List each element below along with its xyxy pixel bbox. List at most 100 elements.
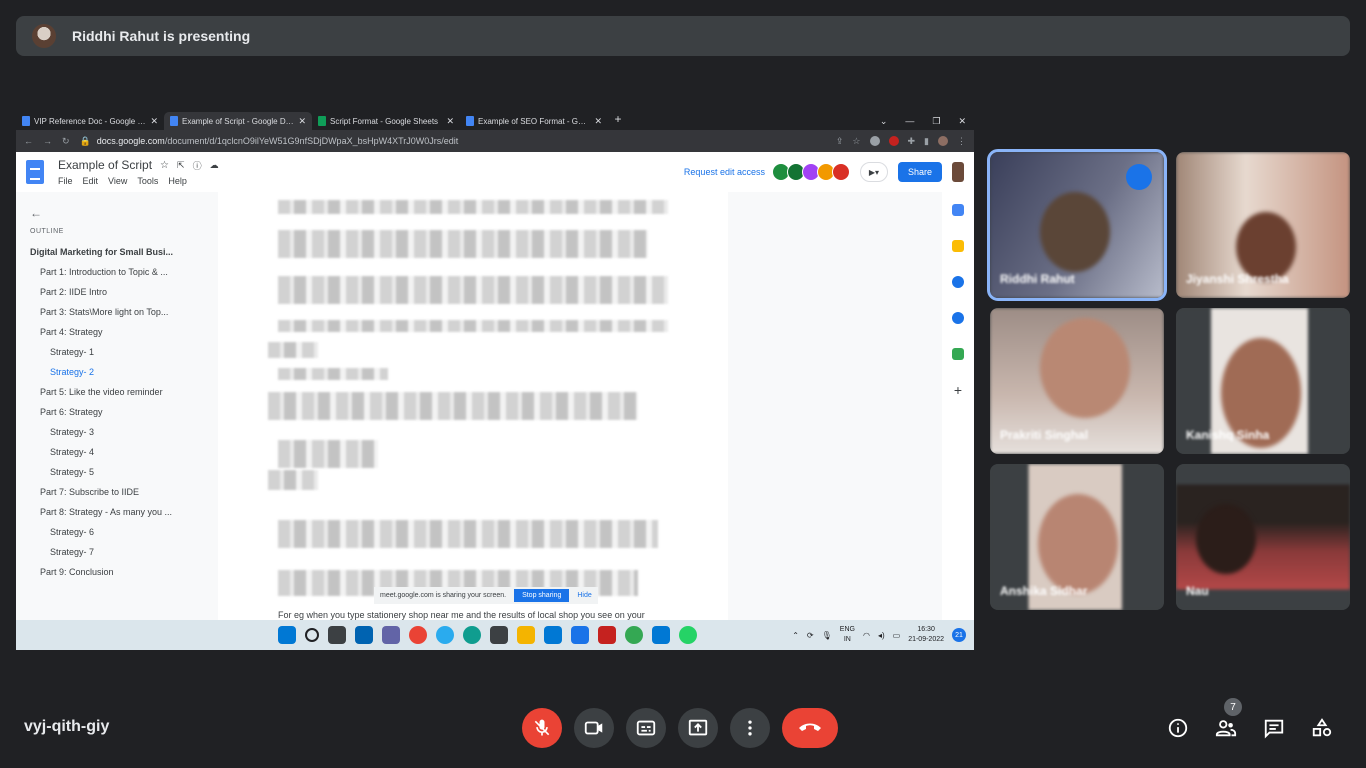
participant-tile[interactable]: Kanishq Sinha: [1176, 308, 1350, 454]
search-icon[interactable]: [305, 628, 319, 642]
outline-item[interactable]: Strategy- 2: [30, 367, 186, 387]
mcafee-icon[interactable]: [598, 626, 616, 644]
outline-item[interactable]: Part 8: Strategy - As many you ...: [30, 507, 186, 527]
tasks-icon[interactable]: [952, 276, 964, 288]
move-icon[interactable]: ⇱: [177, 160, 185, 171]
outline-item[interactable]: Part 1: Introduction to Topic & ...: [30, 267, 186, 287]
info-icon[interactable]: ⓘ: [193, 159, 202, 172]
activities-button[interactable]: [1310, 712, 1334, 744]
folder-icon[interactable]: [517, 626, 535, 644]
sidepanel-icon[interactable]: ▮: [924, 136, 929, 147]
profile-avatar[interactable]: [938, 136, 948, 146]
hide-button[interactable]: Hide: [577, 592, 591, 599]
outline-item[interactable]: Digital Marketing for Small Busi...: [30, 247, 186, 267]
star-icon[interactable]: ☆: [852, 136, 860, 147]
docs-logo-icon[interactable]: [26, 160, 44, 184]
cloud-icon[interactable]: ☁: [210, 160, 219, 171]
share-icon[interactable]: ⇪: [836, 136, 844, 147]
maximize-icon[interactable]: ❐: [932, 116, 940, 127]
participant-tile[interactable]: Anshika Sidhar: [990, 464, 1164, 610]
meeting-details-button[interactable]: [1166, 712, 1190, 744]
microphone-toggle-button[interactable]: [522, 708, 562, 748]
leave-call-button[interactable]: [782, 708, 838, 748]
menu-view[interactable]: View: [108, 176, 127, 186]
store-icon[interactable]: [490, 626, 508, 644]
url-field[interactable]: 🔒 docs.google.com/document/d/1qclcnO9ilY…: [80, 136, 826, 147]
menu-file[interactable]: File: [58, 176, 73, 186]
close-icon[interactable]: ✕: [298, 116, 306, 127]
outline-item[interactable]: Strategy- 5: [30, 467, 186, 487]
calendar-icon[interactable]: [952, 204, 964, 216]
back-arrow-icon[interactable]: ←: [30, 206, 216, 220]
whatsapp-icon[interactable]: [679, 626, 697, 644]
edge-icon[interactable]: [463, 626, 481, 644]
browser-tab[interactable]: Example of SEO Format - Google ✕: [460, 112, 608, 130]
browser-tab-active[interactable]: Example of Script - Google Docs ✕: [164, 112, 312, 130]
close-icon[interactable]: ✕: [594, 116, 602, 127]
outline-item[interactable]: Part 6: Strategy: [30, 407, 186, 427]
participant-tile[interactable]: Prakriti Singhal: [990, 308, 1164, 454]
chrome-icon[interactable]: [625, 626, 643, 644]
doc-title[interactable]: Example of Script: [58, 158, 152, 172]
sync-icon[interactable]: ⟳: [807, 631, 814, 640]
microphone-icon[interactable]: 🎙: [822, 631, 832, 640]
chat-button[interactable]: [1262, 712, 1286, 744]
more-vert-icon[interactable]: ⋮: [957, 136, 966, 147]
browser-tab[interactable]: Script Format - Google Sheets ✕: [312, 112, 460, 130]
chevron-up-icon[interactable]: ⌃: [792, 631, 799, 640]
language-indicator[interactable]: ENG IN: [840, 625, 855, 645]
participant-tile[interactable]: Jiyanshi Shrestha: [1176, 152, 1350, 298]
task-view-icon[interactable]: [328, 626, 346, 644]
volume-icon[interactable]: ◂): [878, 631, 885, 640]
camera-toggle-button[interactable]: [574, 708, 614, 748]
maps-icon[interactable]: [952, 348, 964, 360]
account-avatar[interactable]: [952, 162, 964, 182]
menu-edit[interactable]: Edit: [83, 176, 99, 186]
widgets-icon[interactable]: [355, 626, 373, 644]
close-window-icon[interactable]: ✕: [958, 116, 966, 127]
chrome-icon[interactable]: [409, 626, 427, 644]
minimize-icon[interactable]: —: [905, 116, 914, 126]
close-icon[interactable]: ✕: [446, 116, 454, 127]
participant-tile[interactable]: Nau: [1176, 464, 1350, 610]
star-icon[interactable]: ☆: [160, 160, 169, 171]
outline-item[interactable]: Part 4: Strategy: [30, 327, 186, 347]
outline-item[interactable]: Strategy- 4: [30, 447, 186, 467]
menu-help[interactable]: Help: [168, 176, 187, 186]
mail-icon[interactable]: [544, 626, 562, 644]
present-now-button[interactable]: [678, 708, 718, 748]
teams-chat-icon[interactable]: [382, 626, 400, 644]
avatar[interactable]: [831, 163, 850, 181]
notification-badge[interactable]: 21: [952, 628, 966, 642]
forward-arrow-icon[interactable]: →: [43, 136, 52, 146]
outline-item[interactable]: Part 2: IIDE Intro: [30, 287, 186, 307]
outline-item[interactable]: Strategy- 6: [30, 527, 186, 547]
outline-item[interactable]: Strategy- 7: [30, 547, 186, 567]
outline-item[interactable]: Strategy- 1: [30, 347, 186, 367]
meet-present-button[interactable]: ▶▾: [859, 162, 888, 182]
chevron-down-icon[interactable]: ⌄: [880, 116, 888, 127]
more-options-button[interactable]: [730, 708, 770, 748]
keep-icon[interactable]: [952, 240, 964, 252]
stop-sharing-button[interactable]: Stop sharing: [514, 589, 570, 602]
participant-tile[interactable]: Riddhi Rahut: [987, 149, 1167, 301]
windows-start-icon[interactable]: [278, 626, 296, 644]
battery-icon[interactable]: ▭: [893, 631, 901, 640]
outline-item[interactable]: Strategy- 3: [30, 427, 186, 447]
menu-tools[interactable]: Tools: [137, 176, 158, 186]
app-l-icon[interactable]: [571, 626, 589, 644]
outline-item[interactable]: Part 5: Like the video reminder: [30, 387, 186, 407]
share-button[interactable]: Share: [897, 162, 942, 182]
close-icon[interactable]: ✕: [150, 116, 158, 127]
browser-tab[interactable]: VIP Reference Doc - Google Doc ✕: [16, 112, 164, 130]
reload-icon[interactable]: ↻: [62, 136, 70, 147]
outline-item[interactable]: Part 9: Conclusion: [30, 567, 186, 587]
document-page[interactable]: meet.google.com is sharing your screen. …: [218, 192, 728, 620]
extension-icon[interactable]: [869, 136, 880, 146]
clock[interactable]: 16:30 21-09-2022: [908, 625, 944, 645]
extension-icon[interactable]: [888, 136, 899, 146]
puzzle-icon[interactable]: ✚: [908, 136, 916, 147]
back-arrow-icon[interactable]: ←: [24, 136, 33, 146]
telegram-icon[interactable]: [436, 626, 454, 644]
wifi-icon[interactable]: ◠: [863, 631, 870, 640]
